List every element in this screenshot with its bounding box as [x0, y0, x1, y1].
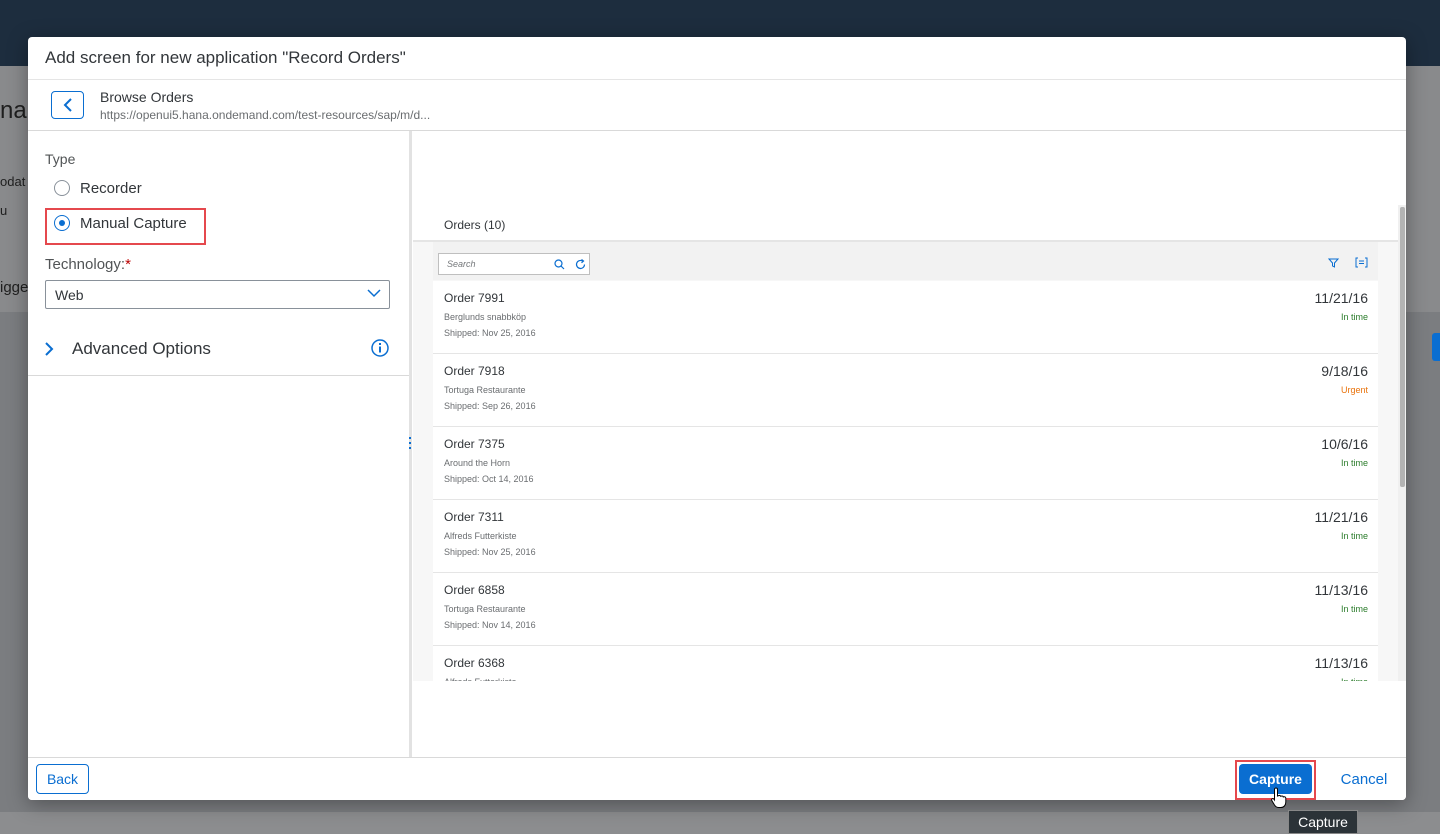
background-text-fragment: igge	[0, 279, 29, 296]
preview-list-header: Orders (10)	[413, 205, 1398, 242]
preview-app: Orders (10) Search Order 7991 Berglunds s…	[413, 131, 1403, 681]
type-label: Type	[45, 151, 76, 167]
chevron-right-icon	[45, 342, 54, 356]
preview-toolbar: Search	[433, 242, 1378, 280]
radio-label: Recorder	[80, 179, 142, 197]
order-id: Order 7375	[444, 437, 505, 451]
order-status: In time	[1340, 458, 1368, 468]
dialog-header: Add screen for new application "Record O…	[28, 37, 1406, 80]
cancel-button[interactable]: Cancel	[1331, 764, 1397, 794]
highlight-box	[45, 208, 206, 245]
preview-header-space	[413, 131, 1403, 205]
order-shipped: Shipped: Sep 26, 2016	[444, 401, 536, 411]
back-button[interactable]: Back	[36, 764, 89, 794]
order-date: 11/21/16	[1314, 290, 1368, 306]
dialog-footer: Back Capture Cancel	[28, 757, 1406, 800]
chevron-down-icon	[367, 289, 381, 298]
order-status: In time	[1341, 677, 1368, 681]
background-edge-button	[1432, 333, 1440, 361]
technology-select-value: Web	[55, 287, 84, 303]
filter-icon[interactable]	[1328, 258, 1339, 268]
technology-label-text: Technology:	[45, 256, 126, 273]
order-status: Urgent	[1340, 385, 1368, 395]
order-customer: Tortuga Restaurante	[444, 604, 526, 614]
preview-scrollbar-thumb[interactable]	[1400, 207, 1405, 487]
settings-panel: Type Recorder Manual Capture Technology:…	[28, 131, 409, 757]
order-list-item[interactable]: Order 6368 Alfreds Futterkiste 11/13/16 In …	[433, 646, 1378, 681]
add-screen-dialog: Add screen for new application "Record O…	[28, 37, 1406, 800]
order-shipped: Shipped: Nov 14, 2016	[444, 620, 536, 630]
info-icon[interactable]	[371, 339, 389, 357]
search-placeholder: Search	[447, 259, 476, 269]
radio-recorder[interactable]: Recorder	[54, 177, 142, 199]
splitter-grip-icon[interactable]	[408, 437, 412, 453]
dialog-title: Add screen for new application "Record O…	[45, 48, 406, 67]
order-customer: Alfreds Futterkiste	[444, 531, 517, 541]
refresh-icon[interactable]	[575, 259, 586, 270]
order-shipped: Shipped: Oct 14, 2016	[444, 474, 534, 484]
order-shipped: Shipped: Nov 25, 2016	[444, 547, 536, 557]
required-marker: *	[125, 256, 131, 273]
order-shipped: Shipped: Nov 25, 2016	[444, 328, 536, 338]
hand-cursor-icon	[1271, 787, 1287, 808]
preview-search-input[interactable]: Search	[438, 253, 590, 275]
order-status: In time	[1340, 312, 1368, 322]
background-title-fragment: na	[0, 97, 27, 124]
order-date: 10/6/16	[1321, 436, 1368, 452]
order-id: Order 6368	[444, 656, 505, 670]
order-date: 9/18/16	[1321, 363, 1368, 379]
radio-button[interactable]	[54, 180, 70, 196]
order-list-item[interactable]: Order 7311 Alfreds Futterkiste Shipped: No…	[433, 500, 1378, 573]
order-customer: Tortuga Restaurante	[444, 385, 526, 395]
app-preview: Orders (10) Search Order 7991 Berglunds s…	[413, 131, 1406, 757]
capture-tooltip: Capture	[1288, 810, 1358, 834]
order-status: In time	[1340, 531, 1368, 541]
background-text-fragment: u	[0, 203, 8, 218]
group-icon[interactable]	[1355, 257, 1368, 268]
page-url: https://openui5.hana.ondemand.com/test-r…	[100, 108, 431, 122]
advanced-options-toggle[interactable]: Advanced Options	[28, 321, 409, 376]
order-list-item[interactable]: Order 6858 Tortuga Restaurante Shipped: No…	[433, 573, 1378, 646]
order-date: 11/13/16	[1314, 582, 1368, 598]
order-date: 11/13/16	[1314, 655, 1368, 671]
page-title: Browse Orders	[100, 89, 194, 105]
order-date: 11/21/16	[1314, 509, 1368, 525]
dialog-subheader: Browse Orders https://openui5.hana.ondem…	[28, 80, 1406, 131]
order-customer: Around the Horn	[444, 458, 511, 468]
order-customer: Berglunds snabbköp	[444, 312, 527, 322]
order-id: Order 7311	[444, 510, 504, 524]
chevron-left-icon	[63, 98, 72, 112]
technology-label: Technology:*	[45, 256, 131, 273]
orders-list-title: Orders (10)	[444, 218, 506, 232]
order-customer: Alfreds Futterkiste	[444, 677, 517, 681]
order-id: Order 7918	[444, 364, 505, 378]
navigate-back-button[interactable]	[51, 91, 84, 119]
order-list-item[interactable]: Order 7991 Berglunds snabbköp Shipped: Nov…	[433, 281, 1378, 354]
background-footer-area	[0, 812, 1440, 834]
order-list-item[interactable]: Order 7375 Around the Horn Shipped: Oct 14…	[433, 427, 1378, 500]
advanced-options-label: Advanced Options	[72, 339, 211, 358]
background-text-fragment: odat	[0, 174, 26, 189]
search-icon[interactable]	[554, 259, 565, 270]
order-id: Order 6858	[444, 583, 505, 597]
order-list-item[interactable]: Order 7918 Tortuga Restaurante Shipped: Se…	[433, 354, 1378, 427]
technology-select[interactable]: Web	[45, 280, 390, 309]
orders-list: Order 7991 Berglunds snabbköp Shipped: Nov…	[433, 281, 1378, 681]
order-status: In time	[1340, 604, 1368, 614]
order-id: Order 7991	[444, 291, 505, 305]
